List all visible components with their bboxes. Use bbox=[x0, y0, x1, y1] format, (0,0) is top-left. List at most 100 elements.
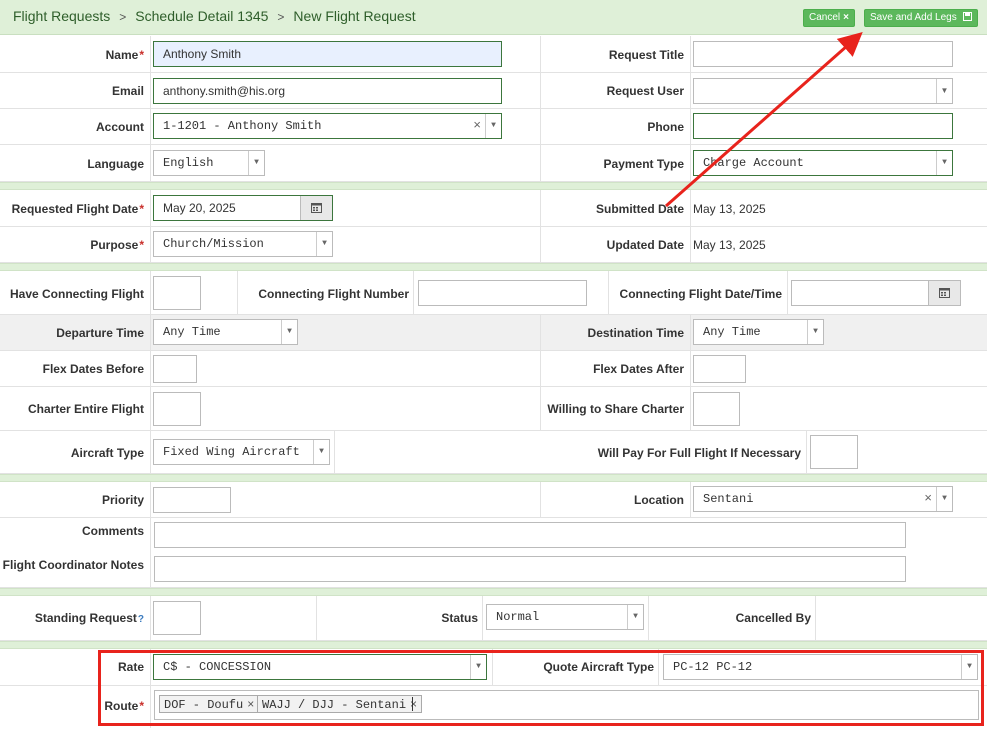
chevron-down-icon: ▼ bbox=[936, 79, 952, 103]
status-label: Status bbox=[441, 611, 478, 625]
email-input[interactable]: anthony.smith@his.org bbox=[153, 78, 502, 104]
comments-textarea[interactable] bbox=[154, 522, 906, 548]
location-select[interactable]: Sentani × ▼ bbox=[693, 486, 953, 512]
name-label: Name* bbox=[105, 48, 144, 62]
clear-icon[interactable]: × bbox=[473, 118, 481, 133]
departure-time-select[interactable]: Any Time ▼ bbox=[153, 319, 298, 345]
have-connecting-flight-label: Have Connecting Flight bbox=[9, 287, 144, 301]
name-input[interactable]: Anthony Smith bbox=[153, 41, 502, 67]
charter-entire-flight-label: Charter Entire Flight bbox=[27, 402, 144, 416]
chevron-down-icon: ▼ bbox=[316, 232, 332, 256]
breadcrumb: Flight Requests > Schedule Detail 1345 > New… bbox=[13, 8, 416, 24]
row-times: Departure Time Any Time ▼ Destination Ti… bbox=[0, 315, 987, 351]
chevron-down-icon: ▼ bbox=[313, 440, 329, 464]
priority-label: Priority bbox=[101, 493, 144, 507]
connecting-flight-number-input[interactable] bbox=[418, 280, 587, 306]
row-standing-request: Standing Request? Status Normal ▼ Cancel… bbox=[0, 596, 987, 641]
destination-time-select[interactable]: Any Time ▼ bbox=[693, 319, 824, 345]
aircraft-type-select[interactable]: Fixed Wing Aircraft ▼ bbox=[153, 439, 330, 465]
will-pay-full-flight-label: Will Pay For Full Flight If Necessary bbox=[597, 446, 801, 460]
payment-type-label: Payment Type bbox=[603, 157, 684, 171]
flight-coordinator-notes-textarea[interactable] bbox=[154, 556, 906, 582]
cancel-button-label: Cancel bbox=[809, 12, 841, 23]
section-divider bbox=[0, 474, 987, 482]
flex-dates-after-input[interactable] bbox=[693, 355, 746, 383]
updated-date-label: Updated Date bbox=[606, 238, 684, 252]
account-select[interactable]: 1-1201 - Anthony Smith × ▼ bbox=[153, 113, 502, 139]
cancel-button[interactable]: Cancel × bbox=[803, 9, 855, 27]
flex-dates-before-label: Flex Dates Before bbox=[42, 362, 144, 376]
destination-time-label: Destination Time bbox=[587, 326, 684, 340]
flight-coordinator-notes-label: Flight Coordinator Notes bbox=[2, 558, 144, 572]
annotation-highlight-box bbox=[98, 650, 984, 726]
submitted-date-value: May 13, 2025 bbox=[693, 202, 766, 216]
priority-input[interactable] bbox=[153, 487, 231, 513]
breadcrumb-flight-requests[interactable]: Flight Requests bbox=[13, 8, 110, 24]
chevron-down-icon: ▼ bbox=[807, 320, 823, 344]
save-button-label: Save and Add Legs bbox=[870, 12, 957, 23]
aircraft-type-label: Aircraft Type bbox=[70, 446, 144, 460]
chevron-down-icon: ▼ bbox=[936, 151, 952, 175]
request-title-label: Request Title bbox=[608, 48, 684, 62]
breadcrumb-new-flight-request: New Flight Request bbox=[293, 8, 416, 24]
location-label: Location bbox=[634, 493, 684, 507]
row-priority: Priority Location Sentani × ▼ bbox=[0, 482, 987, 518]
chevron-down-icon: ▼ bbox=[627, 605, 643, 629]
request-user-label: Request User bbox=[606, 84, 684, 98]
flex-dates-before-input[interactable] bbox=[153, 355, 197, 383]
breadcrumb-schedule-detail[interactable]: Schedule Detail 1345 bbox=[135, 8, 268, 24]
row-name: Name* Anthony Smith Request Title bbox=[0, 36, 987, 73]
row-email: Email anthony.smith@his.org Request User… bbox=[0, 73, 987, 109]
request-user-select[interactable]: ▼ bbox=[693, 78, 953, 104]
will-pay-full-flight-input[interactable] bbox=[810, 435, 858, 469]
cancelled-by-label: Cancelled By bbox=[735, 611, 811, 625]
connecting-flight-datetime-input[interactable] bbox=[791, 280, 961, 306]
departure-time-label: Departure Time bbox=[56, 326, 144, 340]
save-and-add-legs-button[interactable]: Save and Add Legs bbox=[864, 9, 978, 27]
section-divider bbox=[0, 263, 987, 271]
willing-to-share-charter-input[interactable] bbox=[693, 392, 740, 426]
comments-label: Comments bbox=[81, 524, 144, 538]
purpose-select[interactable]: Church/Mission ▼ bbox=[153, 231, 333, 257]
section-divider bbox=[0, 182, 987, 190]
row-language: Language English ▼ Payment Type Charge A… bbox=[0, 145, 987, 182]
clear-icon[interactable]: × bbox=[924, 491, 932, 506]
page-header: Flight Requests > Schedule Detail 1345 > New… bbox=[0, 0, 987, 35]
row-charter: Charter Entire Flight Willing to Share C… bbox=[0, 387, 987, 431]
charter-entire-flight-input[interactable] bbox=[153, 392, 201, 426]
calendar-icon[interactable] bbox=[928, 281, 960, 305]
standing-request-input[interactable] bbox=[153, 601, 201, 635]
phone-label: Phone bbox=[647, 120, 684, 134]
purpose-label: Purpose* bbox=[90, 238, 144, 252]
connecting-flight-number-label: Connecting Flight Number bbox=[258, 287, 409, 301]
language-label: Language bbox=[87, 157, 144, 171]
status-select[interactable]: Normal ▼ bbox=[486, 604, 644, 630]
row-purpose: Purpose* Church/Mission ▼ Updated Date M… bbox=[0, 227, 987, 263]
requested-flight-date-label: Requested Flight Date* bbox=[11, 202, 144, 216]
requested-flight-date-input[interactable]: May 20, 2025 bbox=[153, 195, 333, 221]
row-connecting: Have Connecting Flight Connecting Flight… bbox=[0, 271, 987, 315]
willing-to-share-charter-label: Willing to Share Charter bbox=[547, 402, 684, 416]
calendar-icon[interactable] bbox=[300, 196, 332, 220]
row-flex-dates: Flex Dates Before Flex Dates After bbox=[0, 351, 987, 387]
connecting-flight-datetime-label: Connecting Flight Date/Time bbox=[619, 287, 782, 301]
updated-date-value: May 13, 2025 bbox=[693, 238, 766, 252]
row-requested-date: Requested Flight Date* May 20, 2025 Subm… bbox=[0, 190, 987, 227]
language-select[interactable]: English ▼ bbox=[153, 150, 265, 176]
help-icon[interactable]: ? bbox=[138, 614, 144, 625]
phone-input[interactable] bbox=[693, 113, 953, 139]
email-label: Email bbox=[111, 84, 144, 98]
chevron-down-icon: ▼ bbox=[281, 320, 297, 344]
request-title-input[interactable] bbox=[693, 41, 953, 67]
section-divider bbox=[0, 588, 987, 596]
row-coordinator-notes: Flight Coordinator Notes bbox=[0, 552, 987, 588]
row-account: Account 1-1201 - Anthony Smith × ▼ Phone bbox=[0, 109, 987, 145]
payment-type-select[interactable]: Charge Account ▼ bbox=[693, 150, 953, 176]
close-icon: × bbox=[843, 12, 849, 23]
submitted-date-label: Submitted Date bbox=[595, 202, 684, 216]
section-divider bbox=[0, 641, 987, 649]
have-connecting-flight-input[interactable] bbox=[153, 276, 201, 310]
floppy-disk-icon bbox=[962, 12, 972, 23]
flex-dates-after-label: Flex Dates After bbox=[593, 362, 684, 376]
row-comments: Comments bbox=[0, 518, 987, 552]
